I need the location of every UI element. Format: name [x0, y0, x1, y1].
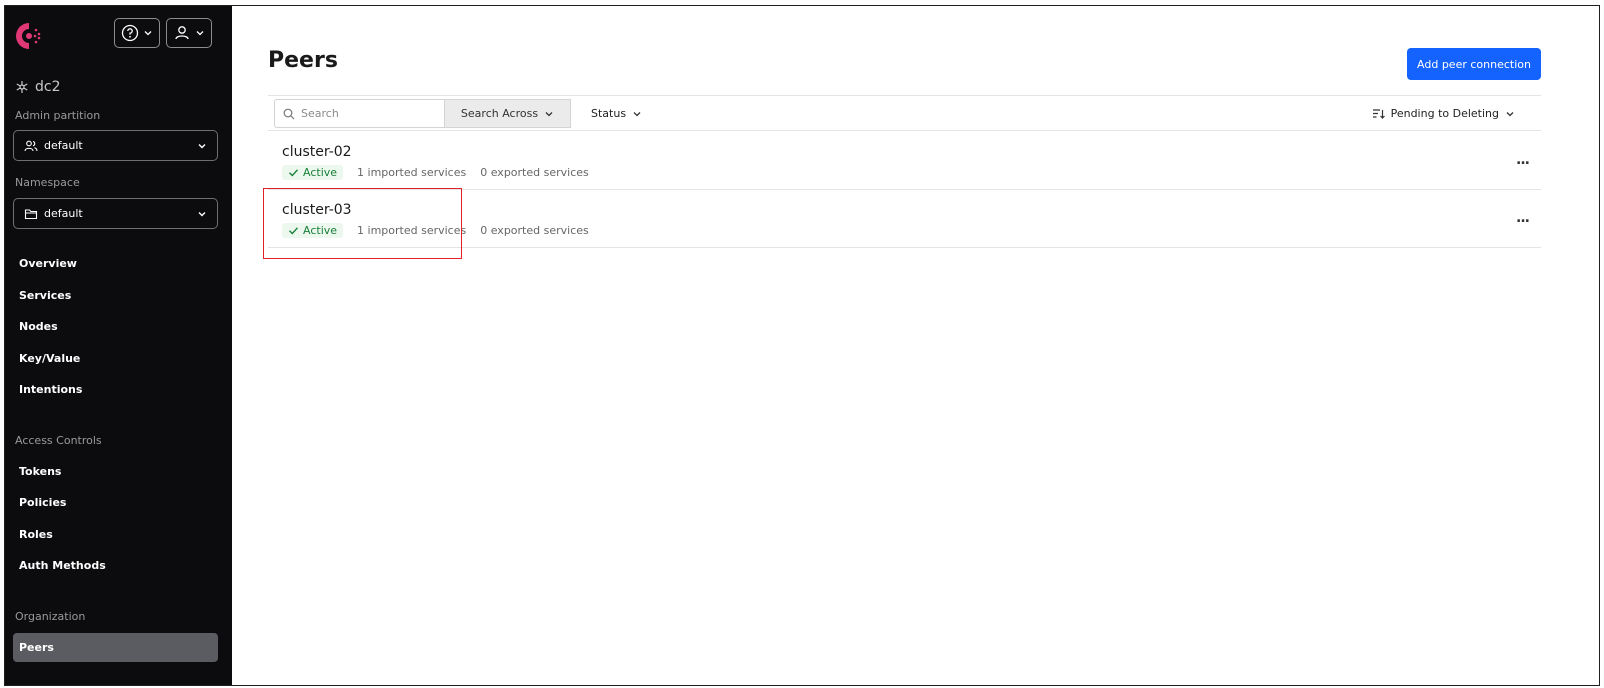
namespace-value: default	[44, 207, 83, 220]
filter-toolbar: Search Across Status Pending to Deleting	[268, 95, 1541, 131]
status-filter-label: Status	[591, 107, 627, 120]
sidebar: dc2 Admin partition default Namespace de…	[5, 6, 232, 685]
main-content: Peers Add peer connection Search Across …	[232, 6, 1599, 685]
chevron-down-icon	[545, 111, 553, 116]
nav-tokens[interactable]: Tokens	[13, 457, 218, 485]
status-badge: Active	[282, 165, 344, 180]
sort-dropdown[interactable]: Pending to Deleting	[1372, 99, 1515, 128]
namespace-label: Namespace	[15, 176, 80, 189]
admin-partition-selector[interactable]: default	[13, 130, 218, 161]
nav-peers[interactable]: Peers	[13, 633, 218, 662]
datacenter-name: dc2	[35, 79, 61, 95]
exported-services-count: 0 exported services	[480, 224, 589, 237]
datacenter-icon	[16, 81, 28, 93]
exported-services-count: 0 exported services	[480, 166, 589, 179]
chevron-down-icon	[633, 111, 641, 116]
search-across-label: Search Across	[460, 107, 539, 120]
peer-meta: Active 1 imported services 0 exported se…	[282, 165, 589, 180]
users-icon	[24, 140, 38, 151]
datacenter-selector[interactable]: dc2	[15, 79, 61, 95]
user-menu-button[interactable]	[166, 18, 212, 48]
admin-partition-label: Admin partition	[15, 109, 101, 122]
nav-roles[interactable]: Roles	[13, 520, 218, 548]
nav-services[interactable]: Services	[13, 281, 218, 309]
peer-name[interactable]: cluster-02	[282, 144, 352, 160]
sort-label: Pending to Deleting	[1390, 107, 1499, 120]
nav-auth-methods[interactable]: Auth Methods	[13, 551, 218, 579]
highlight-box	[263, 188, 462, 259]
search-box[interactable]	[274, 99, 444, 128]
nav-nodes[interactable]: Nodes	[13, 312, 218, 340]
consul-logo-icon[interactable]	[13, 20, 45, 52]
check-icon	[289, 169, 299, 177]
chevron-down-icon	[1506, 111, 1514, 116]
search-input[interactable]	[301, 107, 431, 120]
imported-services-count: 1 imported services	[357, 166, 467, 179]
access-controls-label: Access Controls	[15, 434, 102, 447]
organization-label: Organization	[15, 610, 86, 623]
sort-icon	[1372, 108, 1385, 119]
more-actions-button[interactable]: ...	[1516, 210, 1530, 226]
folder-icon	[24, 208, 38, 219]
chevron-down-icon	[198, 143, 206, 148]
help-menu-button[interactable]	[114, 18, 160, 48]
add-peer-connection-button[interactable]: Add peer connection	[1407, 48, 1541, 80]
search-across-dropdown[interactable]: Search Across	[444, 99, 571, 128]
chevron-down-icon	[196, 31, 204, 36]
nav-intentions[interactable]: Intentions	[13, 375, 218, 403]
chevron-down-icon	[144, 31, 152, 36]
nav-overview[interactable]: Overview	[13, 249, 218, 277]
admin-partition-value: default	[44, 139, 83, 152]
status-filter-dropdown[interactable]: Status	[591, 99, 642, 128]
app-window: dc2 Admin partition default Namespace de…	[4, 5, 1600, 686]
more-actions-button[interactable]: ...	[1516, 152, 1530, 168]
search-icon	[283, 108, 295, 119]
help-icon	[121, 24, 139, 42]
nav-key-value[interactable]: Key/Value	[13, 344, 218, 372]
nav-policies[interactable]: Policies	[13, 488, 218, 516]
chevron-down-icon	[198, 211, 206, 216]
peer-row[interactable]: cluster-02 Active 1 imported services 0 …	[268, 132, 1541, 190]
page-title: Peers	[268, 48, 338, 73]
user-icon	[175, 26, 189, 40]
status-text: Active	[303, 166, 338, 179]
namespace-selector[interactable]: default	[13, 198, 218, 229]
